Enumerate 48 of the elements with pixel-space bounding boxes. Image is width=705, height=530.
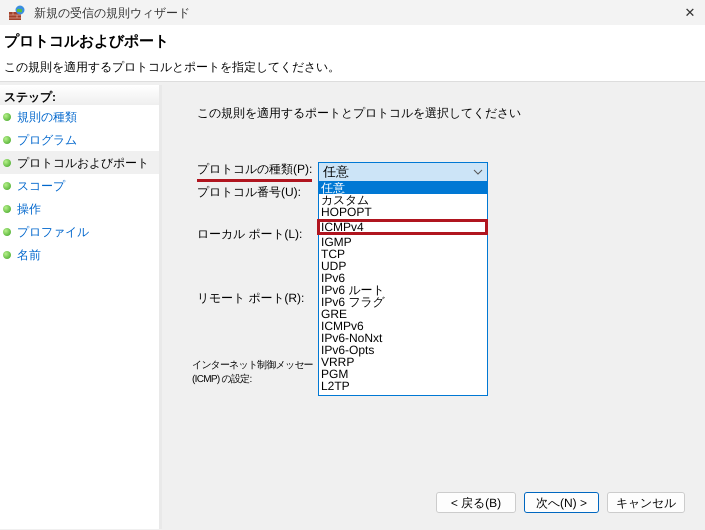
remote-port-label: リモート ポート(R): [197,290,304,307]
step-item[interactable]: プロファイル [0,220,159,243]
dropdown-option[interactable]: IPv6 ルート [319,284,487,296]
status-dot-icon [3,228,11,236]
step-item[interactable]: 名前 [0,243,159,266]
step-item[interactable]: 規則の種類 [0,105,159,128]
status-dot-icon [3,250,11,258]
dropdown-option[interactable]: IGMP [319,236,487,248]
window-title: 新規の受信の規則ウィザード [34,4,190,22]
local-port-label: ローカル ポート(L): [197,226,302,243]
dropdown-option[interactable]: L2TP [319,380,487,392]
chevron-down-icon [473,169,483,175]
dropdown-option[interactable]: PGM [319,368,487,380]
protocol-type-label: プロトコルの種類(P): [197,160,312,182]
dropdown-option[interactable]: VRRP [319,356,487,368]
wizard-button[interactable]: 次へ(N) > [524,492,599,513]
step-item[interactable]: 操作 [0,197,159,220]
dropdown-option[interactable]: TCP [319,248,487,260]
step-item[interactable]: スコープ [0,174,159,197]
dropdown-option[interactable]: UDP [319,260,487,272]
status-dot-icon [3,158,11,166]
dropdown-option[interactable]: GRE [319,308,487,320]
status-dot-icon [3,204,11,212]
icmp-settings-label: (ICMP) の設定: [192,373,252,387]
step-item[interactable]: プロトコルおよびポート [0,151,159,174]
page-title: プロトコルおよびポート [4,32,170,52]
step-item[interactable]: プログラム [0,128,159,151]
dropdown-option[interactable]: IPv6 [319,272,487,284]
protocol-number-label: プロトコル番号(U): [197,184,301,201]
dropdown-option[interactable]: IPv6-Opts [319,344,487,356]
wizard-button[interactable]: < 戻る(B) [436,492,516,513]
dropdown-option[interactable]: ICMPv4 [319,221,486,233]
wizard-button[interactable]: キャンセル [607,492,685,513]
status-dot-icon [3,112,11,120]
page-subtitle: この規則を適用するプロトコルとポートを指定してください。 [4,58,341,76]
protocol-dropdown[interactable]: 任意 [318,162,488,182]
dropdown-option[interactable]: HOPOPT [319,206,487,218]
instruction-text: この規則を適用するポートとプロトコルを選択してください [197,105,522,122]
status-dot-icon [3,182,11,190]
dropdown-option[interactable]: ICMPv6 [319,320,487,332]
close-button[interactable]: ✕ [675,2,705,24]
firewall-globe-icon [8,4,26,20]
dropdown-option[interactable]: カスタム [319,194,487,206]
dropdown-option[interactable]: IPv6-NoNxt [319,332,487,344]
dropdown-option[interactable]: 任意 [319,182,487,194]
icmp-settings-label: インターネット制御メッセー [192,359,313,373]
status-dot-icon [3,136,11,144]
dropdown-option[interactable]: IPv6 フラグ [319,296,487,308]
